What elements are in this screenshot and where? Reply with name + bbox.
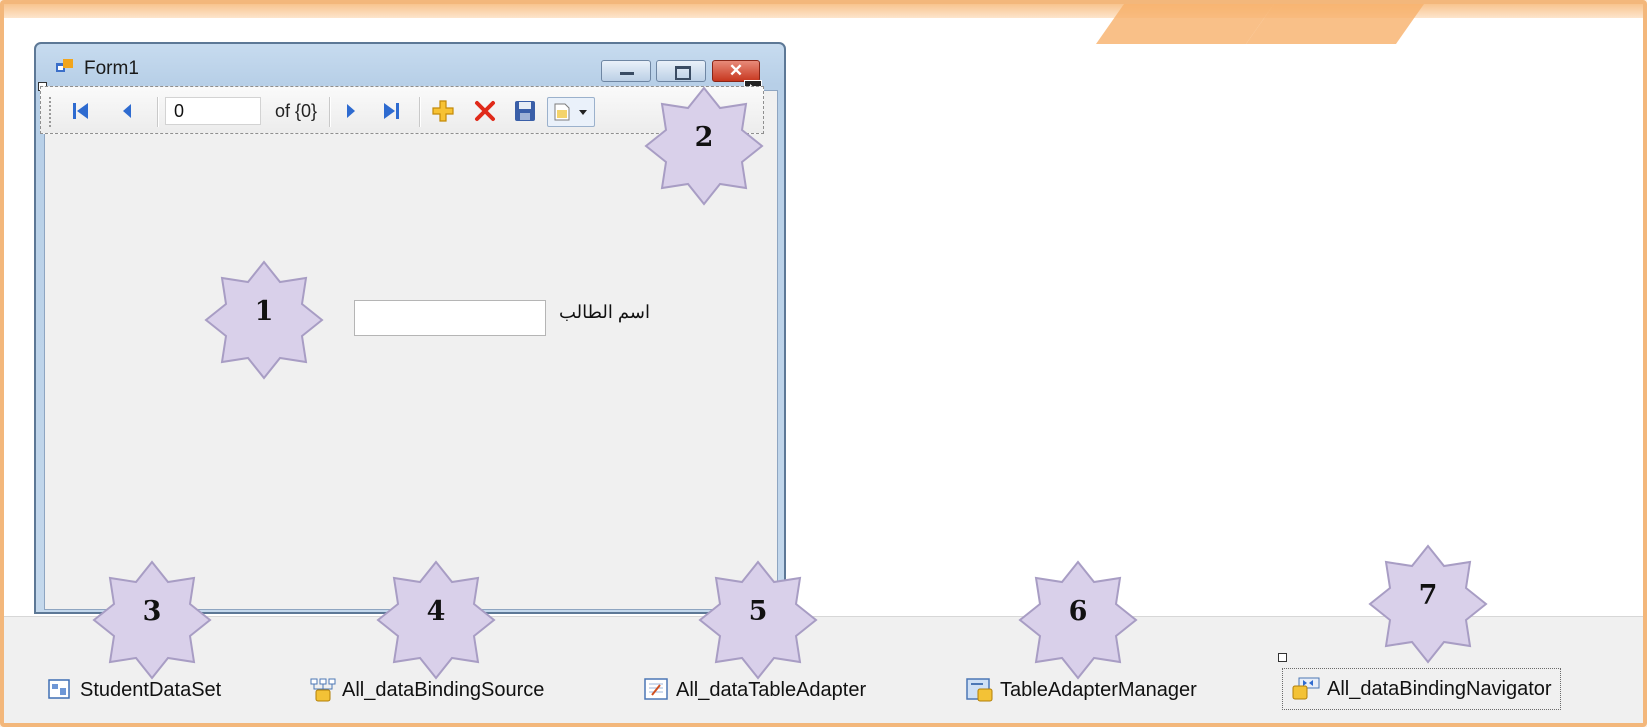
callout-star-1: 1 [202,258,326,382]
callout-star-5: 5 [696,558,820,682]
toolbar-grip[interactable] [49,97,54,127]
toolbar-separator [329,97,331,127]
form-title: Form1 [84,58,139,79]
student-name-input[interactable] [354,300,546,336]
callout-star-3: 3 [90,558,214,682]
callout-number: 7 [1418,580,1438,611]
callout-number: 4 [426,596,446,627]
callout-number: 2 [694,122,714,153]
add-new-icon[interactable] [429,95,457,127]
callout-number: 1 [254,296,274,327]
minimize-button[interactable] [601,60,651,82]
document-dropdown-icon[interactable] [547,97,595,127]
callout-number: 6 [1068,596,1088,627]
binding-navigator-icon [1292,677,1320,700]
decorative-stripe [1245,4,1453,44]
toolbar-separator [419,97,421,127]
tray-item-label: All_dataBindingNavigator [1327,677,1552,700]
move-first-icon[interactable] [67,95,95,127]
position-textbox[interactable]: 0 [165,97,261,125]
count-label: of {0} [275,101,318,121]
student-name-label: اسم الطالب [559,302,650,322]
selection-handle[interactable] [1278,653,1287,662]
maximize-button[interactable] [656,60,706,82]
callout-star-4: 4 [374,558,498,682]
table-adapter-icon [644,678,668,700]
dataset-icon [48,679,70,699]
save-icon[interactable] [511,95,539,127]
callout-star-7: 7 [1366,542,1490,666]
form-titlebar[interactable]: Form1 ✕ [36,44,784,84]
close-icon: ✕ [728,61,744,80]
move-last-icon[interactable] [377,95,405,127]
form-icon [56,59,73,72]
callout-star-6: 6 [1016,558,1140,682]
move-next-icon[interactable] [337,95,365,127]
callout-star-2: 2 [642,84,766,208]
binding-source-icon [310,678,336,702]
callout-number: 3 [142,596,162,627]
slide-frame: Form1 ✕ 0 of {0} اسم الطالب StudentDataS… [0,0,1647,727]
callout-number: 5 [748,596,768,627]
close-button[interactable]: ✕ [712,60,760,82]
tray-item-bindingnavigator[interactable]: All_dataBindingNavigator [1282,668,1561,710]
adapter-manager-icon [966,678,993,702]
delete-icon[interactable] [471,95,499,127]
move-previous-icon[interactable] [113,95,141,127]
toolbar-separator [157,97,159,127]
